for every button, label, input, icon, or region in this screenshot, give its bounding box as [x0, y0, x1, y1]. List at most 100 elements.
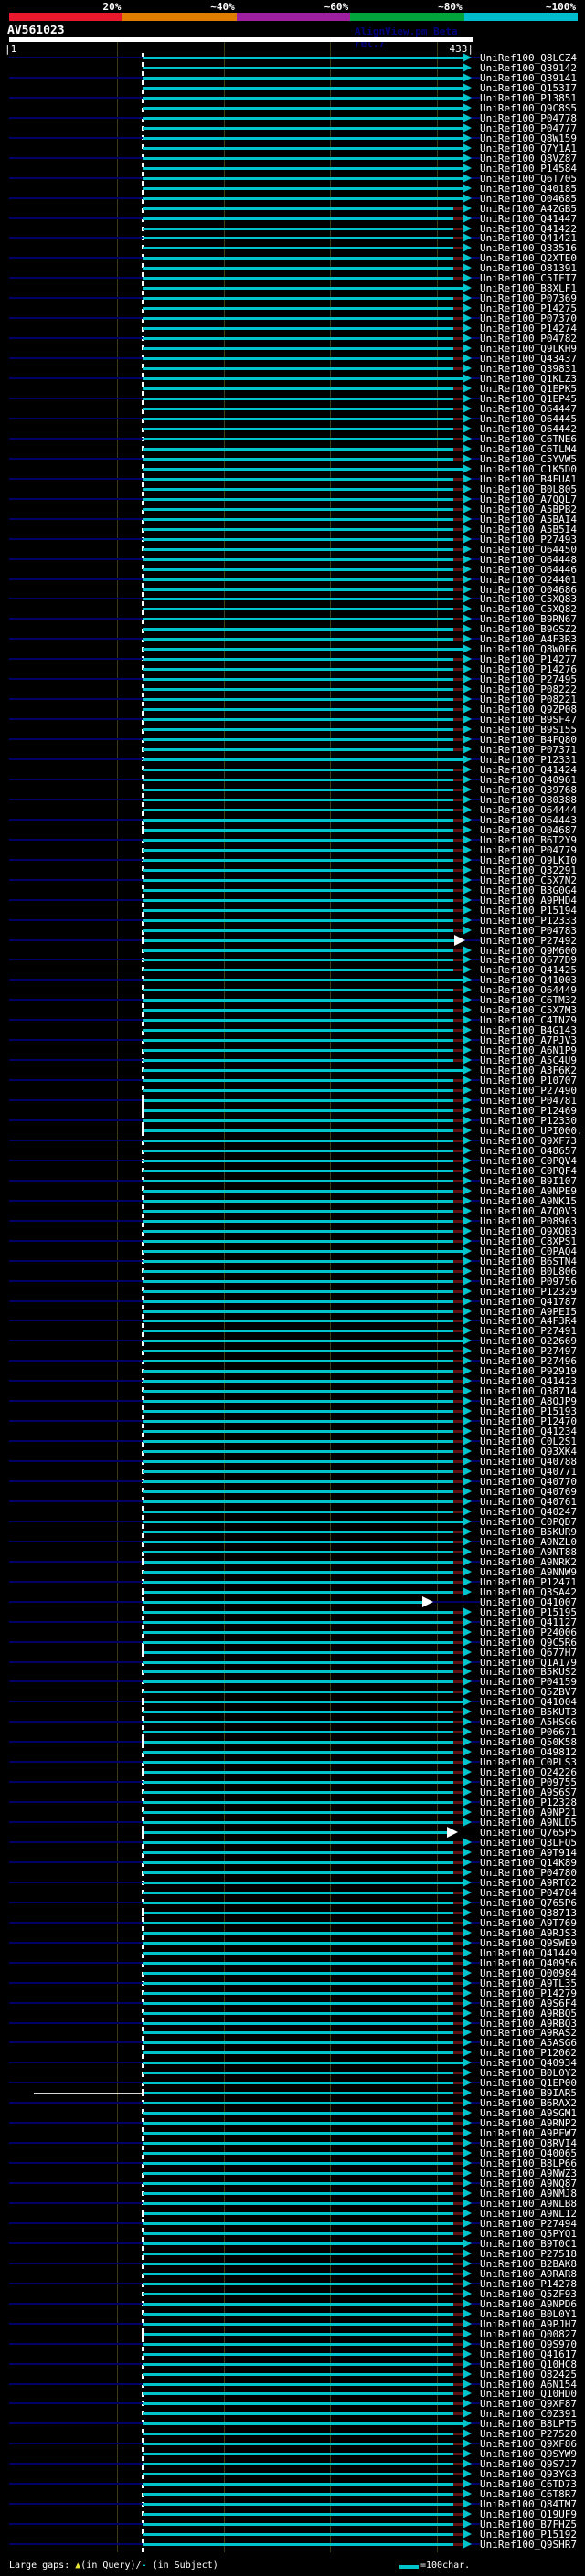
alignment-line: [143, 2072, 453, 2075]
alignment-start-notch: [142, 1587, 144, 1595]
low-identity-tail-segment: [453, 1470, 463, 1474]
hit-end-arrow-icon: [463, 1727, 472, 1737]
hit-end-arrow-icon: [463, 1677, 472, 1687]
hit-end-arrow-icon: [463, 213, 472, 223]
hit-end-arrow-icon: [463, 1116, 472, 1126]
low-identity-tail-segment: [453, 728, 463, 732]
hit-end-arrow-icon: [463, 975, 472, 985]
low-identity-tail-segment: [453, 2092, 463, 2095]
hit-end-arrow-icon: [463, 283, 472, 293]
low-identity-tail-segment: [453, 1420, 463, 1424]
alignment-line: [143, 1320, 453, 1323]
hit-end-arrow-icon: [463, 644, 472, 654]
hit-label[interactable]: UniRef100_Q9SHR7: [480, 2539, 585, 2550]
low-identity-tail-segment: [453, 1089, 463, 1093]
low-identity-tail-segment: [453, 999, 463, 1002]
low-identity-tail-segment: [453, 898, 463, 902]
low-identity-tail-segment: [453, 2031, 463, 2035]
hit-end-arrow-icon: [463, 725, 472, 735]
low-identity-tail-segment: [453, 1009, 463, 1012]
hit-end-arrow-icon: [463, 2238, 472, 2248]
low-identity-tail-segment: [453, 1299, 463, 1303]
low-identity-tail-segment: [453, 1109, 463, 1113]
alignment-line: [143, 1149, 453, 1152]
alignment-line: [143, 2221, 453, 2225]
hit-end-arrow-icon: [463, 1076, 472, 1086]
alignment-line: [143, 1009, 453, 1012]
hit-end-arrow-icon: [463, 1838, 472, 1848]
low-identity-tail-segment: [453, 1801, 463, 1805]
low-identity-tail-segment: [453, 1460, 463, 1464]
hit-end-arrow-icon: [463, 674, 472, 684]
low-identity-tail-segment: [453, 207, 463, 210]
hit-end-arrow-icon: [463, 1406, 472, 1416]
alignment-line: [143, 698, 453, 702]
low-identity-tail-segment: [453, 769, 463, 771]
low-identity-tail-segment: [453, 2132, 463, 2136]
alignment-line: [143, 1701, 463, 1704]
alignment-line: [143, 818, 453, 822]
alignment-line: [143, 247, 453, 250]
hit-end-arrow-icon: [463, 2359, 472, 2369]
hit-end-arrow-icon: [463, 995, 472, 1005]
low-identity-tail-segment: [453, 1680, 463, 1684]
hit-end-arrow-icon: [463, 1506, 472, 1516]
alignment-start-notch: [142, 1097, 144, 1105]
alignment-line: [143, 1931, 453, 1935]
hit-end-arrow-icon: [463, 1266, 472, 1276]
hit-end-arrow-icon: [463, 473, 472, 483]
low-identity-tail-segment: [453, 457, 463, 461]
hit-end-arrow-icon: [463, 2318, 472, 2328]
scale-segment: [9, 13, 123, 21]
hit-end-arrow-icon: [463, 1717, 472, 1727]
hit-end-arrow-icon: [463, 1937, 472, 1947]
hit-end-arrow-icon: [463, 143, 472, 153]
alignment-line: [143, 297, 453, 301]
alignment-line: [143, 1340, 463, 1343]
hit-end-arrow-icon: [463, 745, 472, 755]
hit-end-arrow-icon: [463, 905, 472, 915]
alignment-line: [143, 387, 453, 391]
alignment-line: [143, 2102, 453, 2105]
hit-row[interactable]: UniRef100_Q9SHR7: [0, 2539, 585, 2550]
low-identity-tail-segment: [453, 487, 463, 491]
low-identity-tail-segment: [453, 517, 463, 521]
hit-end-arrow-icon: [463, 1436, 472, 1447]
low-identity-tail-segment: [453, 1169, 463, 1172]
low-identity-tail-segment: [453, 307, 463, 311]
alignment-line: [143, 347, 453, 351]
hit-end-arrow-icon: [463, 1556, 472, 1566]
low-identity-tail-segment: [453, 588, 463, 591]
low-identity-tail-segment: [453, 1841, 463, 1845]
hit-end-arrow-icon: [463, 1185, 472, 1195]
hit-end-white-arrow-icon: [422, 1595, 433, 1607]
low-identity-tail-segment: [453, 1410, 463, 1414]
alignment-line: [143, 2142, 453, 2146]
alignment-line: [143, 2292, 453, 2295]
alignment-line: [143, 327, 453, 331]
alignment-line: [143, 447, 453, 451]
alignment-line: [143, 2402, 453, 2406]
alignment-line: [143, 999, 453, 1002]
low-identity-tail-segment: [453, 628, 463, 631]
low-identity-tail-segment: [453, 949, 463, 952]
alignment-line: [143, 1520, 463, 1523]
low-identity-tail-segment: [453, 888, 463, 892]
hit-end-arrow-icon: [463, 423, 472, 433]
alignment-line: [143, 1620, 453, 1624]
low-identity-tail-segment: [453, 2302, 463, 2306]
low-identity-tail-segment: [453, 788, 463, 791]
alignment-line: [143, 1049, 453, 1053]
alignment-line: [143, 2523, 453, 2527]
alignment-line: [143, 398, 453, 401]
alignment-start-notch: [142, 936, 144, 944]
low-identity-tail-segment: [453, 497, 463, 501]
hit-end-arrow-icon: [463, 514, 472, 524]
hit-end-arrow-icon: [463, 584, 472, 594]
low-identity-tail-segment: [453, 1360, 463, 1363]
alignment-line: [143, 798, 453, 801]
low-identity-tail-segment: [453, 398, 463, 401]
alignment-line: [143, 1360, 453, 1363]
low-identity-tail-segment: [453, 1510, 463, 1513]
hit-end-arrow-icon: [463, 2369, 472, 2379]
